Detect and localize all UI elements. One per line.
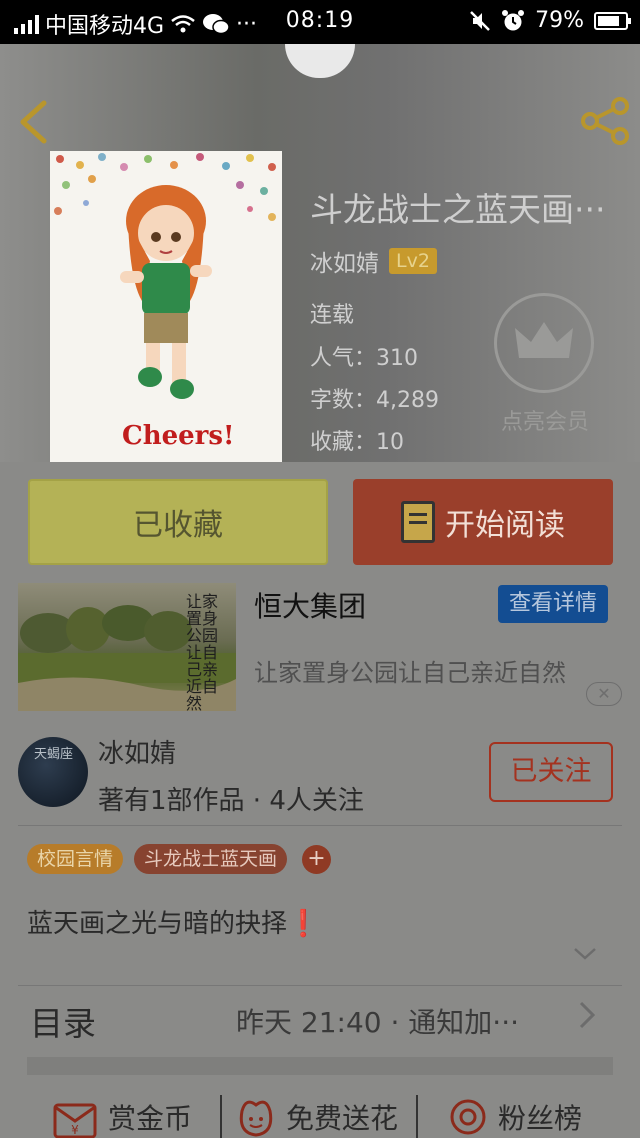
tag-campus-romance[interactable]: 校园言情: [27, 844, 124, 874]
ad-title: 恒大集团: [254, 590, 367, 623]
view-details-button[interactable]: 查看详情: [498, 585, 608, 623]
collected-label: 已收藏: [133, 508, 223, 543]
exclamation-icon: ❗: [287, 909, 320, 939]
medal-icon: [450, 1099, 486, 1135]
tag-series[interactable]: 斗龙战士蓝天画: [134, 844, 288, 874]
divider: [18, 825, 622, 826]
popularity-stat: 人气：310: [310, 346, 418, 371]
word-count-stat: 字数：4,289: [310, 388, 439, 413]
reward-coins-button[interactable]: ¥ 赏金币: [52, 1095, 192, 1138]
author-name[interactable]: 冰如婧: [310, 244, 379, 278]
share-icon: [581, 97, 629, 145]
crown-icon: [515, 322, 573, 358]
fan-ranking-button[interactable]: 粉丝榜: [448, 1095, 582, 1138]
mute-icon: [470, 10, 490, 31]
back-button[interactable]: [14, 98, 54, 146]
vip-badge[interactable]: [494, 293, 594, 393]
cover-illustration: [54, 153, 276, 399]
writer-stats: 著有1部作品 · 4人关注: [98, 786, 364, 816]
serial-status: 连载: [310, 303, 355, 328]
status-bar: 中国移动4G ··· 08:19 79%: [0, 0, 640, 44]
send-flowers-button[interactable]: 免费送花: [236, 1095, 398, 1138]
author-avatar[interactable]: 天蝎座: [18, 737, 88, 807]
collected-button[interactable]: 已收藏: [28, 479, 328, 565]
divider: [18, 985, 622, 986]
ad-image-text: 让家置身公园让自己亲近自然: [186, 592, 219, 711]
battery-percent: 79%: [535, 8, 584, 33]
start-reading-button[interactable]: 开始阅读: [353, 479, 613, 565]
level-badge: Lv2: [389, 248, 437, 274]
vip-label: 点亮会员: [500, 410, 589, 435]
synopsis: 蓝天画之光与暗的抉择❗: [27, 903, 319, 940]
send-flowers-label: 免费送花: [286, 1102, 399, 1135]
ad-close-button[interactable]: ✕: [586, 682, 622, 706]
toc-label[interactable]: 目录: [30, 997, 96, 1045]
envelope-icon: ¥: [53, 1103, 97, 1138]
alarm-icon: [502, 9, 525, 30]
avatar-text: 天蝎座: [34, 747, 74, 762]
reward-coins-label: 赏金币: [108, 1102, 193, 1135]
book-cover[interactable]: Cheers!: [50, 151, 282, 462]
share-button[interactable]: [578, 96, 632, 146]
toc-update[interactable]: 昨天 21:40 · 通知加···: [236, 1001, 519, 1041]
synopsis-text: 蓝天画之光与暗的抉择: [27, 909, 288, 939]
favorites-stat: 收藏：10: [310, 430, 404, 455]
cover-text: Cheers!: [122, 421, 235, 451]
battery-icon: [594, 11, 631, 30]
flower-icon: [239, 1100, 273, 1137]
fan-ranking-label: 粉丝榜: [498, 1102, 583, 1135]
chevron-left-icon: [20, 100, 47, 144]
divider: [220, 1095, 222, 1138]
expand-button[interactable]: [572, 946, 598, 967]
follow-button[interactable]: 已关注: [489, 742, 613, 802]
start-reading-label: 开始阅读: [445, 508, 565, 543]
ad-description: 让家置身公园让自己亲近自然: [254, 659, 566, 687]
divider: [416, 1095, 418, 1138]
toc-arrow[interactable]: [578, 1000, 596, 1037]
book-title: 斗龙战士之蓝天画···: [310, 190, 606, 229]
section-separator: [27, 1057, 613, 1075]
svg-text:¥: ¥: [71, 1123, 79, 1137]
writer-name[interactable]: 冰如婧: [98, 733, 176, 770]
ad-image[interactable]: 让家置身公园让自己亲近自然: [18, 583, 236, 711]
add-tag-button[interactable]: +: [302, 845, 331, 874]
chevron-down-icon: [574, 948, 596, 960]
chevron-right-icon: [579, 1001, 596, 1029]
book-icon: [401, 501, 435, 543]
